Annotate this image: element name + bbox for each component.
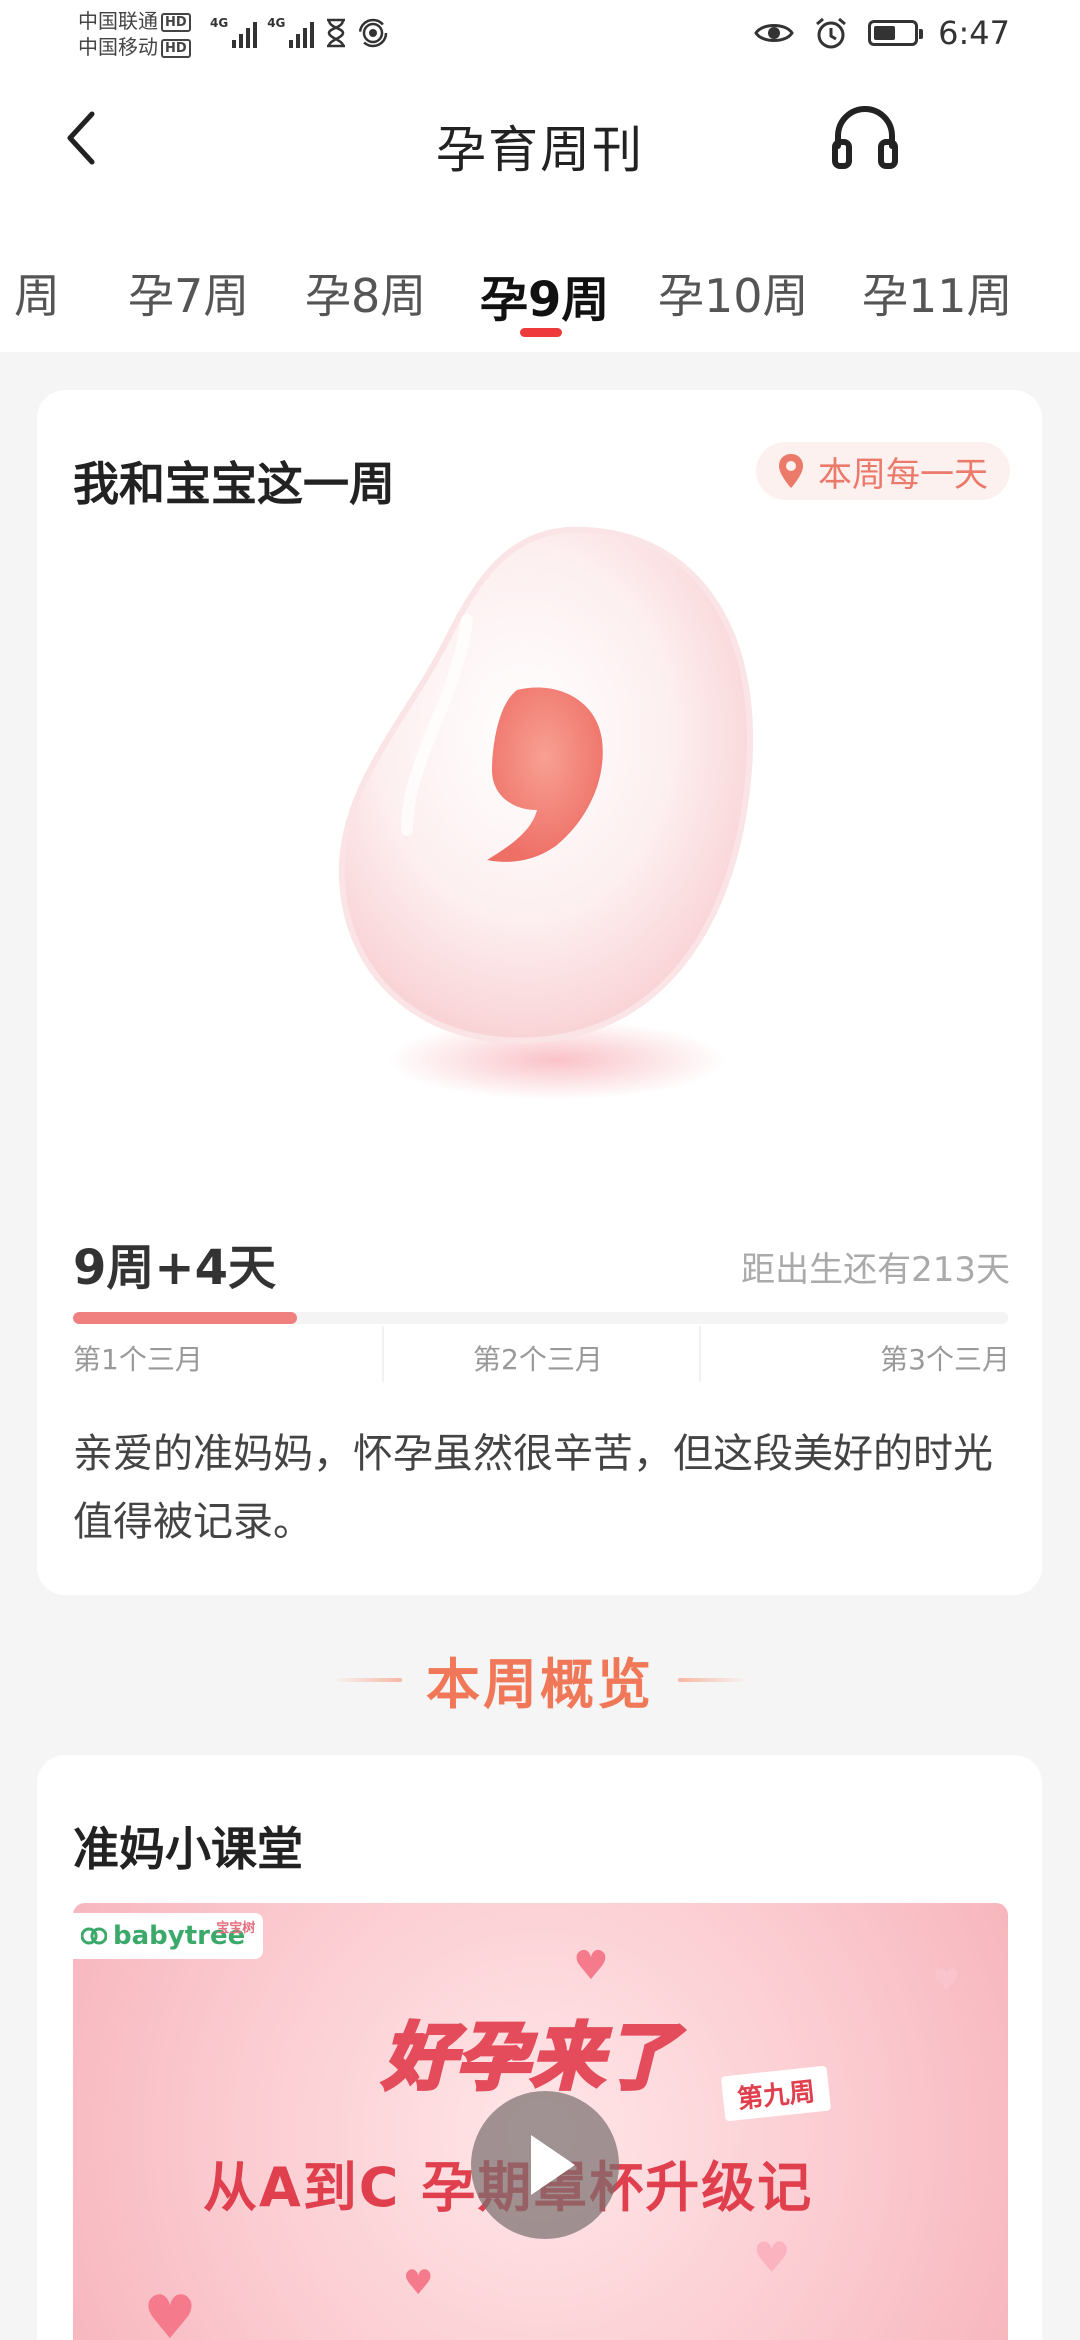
battery-icon (868, 20, 924, 46)
hd-badge: HD (161, 13, 191, 32)
status-bar: 中国联通 HD 中国移动 HD 4G 4G 6:47 (0, 0, 1080, 72)
overview-title: 本周概览 (332, 1640, 748, 1719)
tab-week-11[interactable]: 孕11周 (862, 260, 1013, 326)
signal-icon: 4G (210, 16, 258, 48)
hd-badge: HD (161, 39, 191, 58)
hotspot-icon (359, 18, 388, 48)
carrier-2: 中国移动 (78, 35, 158, 59)
tab-week-8[interactable]: 孕8周 (305, 260, 426, 326)
tab-week-6[interactable]: 周 (14, 260, 60, 326)
trimester-3-label: 第3个三月 (880, 1343, 1010, 1376)
due-countdown: 距出生还有213天 (741, 1250, 1010, 1290)
heart-icon: ♥ (143, 2283, 197, 2340)
carrier-info: 中国联通 HD 中国移动 HD (78, 8, 191, 60)
hourglass-icon (327, 18, 346, 48)
carrier-1: 中国联通 (78, 9, 158, 33)
progress-fill (73, 1312, 298, 1324)
tab-week-7[interactable]: 孕7周 (128, 260, 249, 326)
tab-week-9[interactable]: 孕9周 (480, 260, 609, 330)
trimester-divider (699, 1326, 701, 1382)
signal-icons: 4G 4G (210, 16, 388, 48)
week-card: 我和宝宝这一周 本周每一天 9周+4天 距出生还有213天 第1个三月 第2个三… (37, 390, 1042, 1595)
heart-icon: ♥ (573, 1943, 609, 1989)
overview-heading: 本周概览 (0, 1640, 1080, 1719)
network-type: 4G (267, 16, 286, 30)
episode-badge: 第九周 (720, 2065, 832, 2122)
heart-icon: ♥ (403, 2263, 434, 2303)
brand-sub: 宝宝树 (216, 1921, 256, 1936)
page-title: 孕育周刊 (436, 121, 644, 179)
location-pin-icon (779, 454, 803, 488)
app-header: 孕育周刊 (0, 72, 1080, 212)
heart-icon: ♥ (933, 1963, 960, 1998)
trimester-2-label: 第2个三月 (473, 1343, 603, 1376)
pregnancy-progress-bar (73, 1312, 1008, 1324)
trimester-1-label: 第1个三月 (73, 1343, 203, 1376)
pregnancy-age: 9周+4天 (73, 1240, 277, 1296)
signal-icon: 4G (267, 16, 315, 48)
daily-button-label: 本周每一天 (818, 454, 988, 495)
show-title: 好孕来了 (381, 2013, 680, 2101)
embryo-illustration (338, 526, 754, 1100)
babytree-logo-icon (81, 1927, 107, 1945)
week-tabs: 周 孕7周 孕8周 孕9周 孕10周 孕11周 (0, 212, 1080, 352)
play-button[interactable] (471, 2091, 619, 2239)
daily-button[interactable]: 本周每一天 (756, 442, 1010, 500)
week-description: 亲爱的准妈妈，怀孕虽然很辛苦，但这段美好的时光值得被记录。 (73, 1431, 993, 1545)
battery-level (874, 26, 896, 40)
clock: 6:47 (938, 14, 1010, 52)
heart-icon: ♥ (753, 2233, 791, 2282)
video-thumbnail[interactable]: ♥ ♥ ♥ ♥ ♥ babytree 宝宝树 好孕来了 第九周 从A到C 孕期罩… (73, 1903, 1008, 2340)
trimester-divider (382, 1326, 384, 1382)
eye-icon (754, 24, 794, 42)
tab-indicator (520, 328, 562, 337)
brand-logo: babytree 宝宝树 (73, 1913, 264, 1959)
class-card-title: 准妈小课堂 (73, 1822, 303, 1876)
alarm-icon (816, 17, 847, 49)
tab-week-10[interactable]: 孕10周 (658, 260, 809, 326)
headphone-icon[interactable] (830, 102, 900, 172)
class-card: 准妈小课堂 ♥ ♥ ♥ ♥ ♥ babytree 宝宝树 好孕来了 第九周 从A… (37, 1755, 1042, 2340)
status-right: 6:47 (754, 14, 1010, 52)
network-type: 4G (210, 16, 229, 30)
